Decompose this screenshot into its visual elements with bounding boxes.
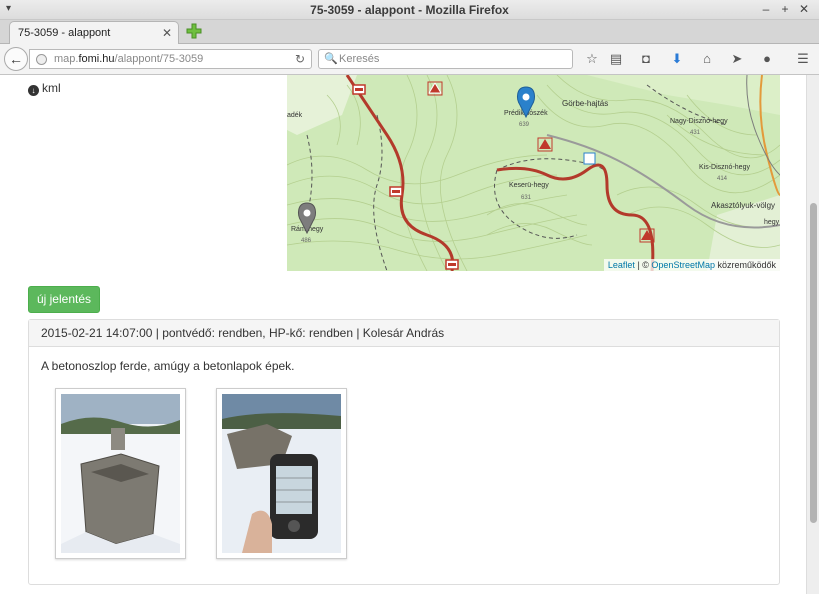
photo-gps-device — [222, 394, 341, 553]
window-title: 75-3059 - alappont - Mozilla Firefox — [310, 3, 509, 17]
map-label-ramhegy-elev: 486 — [301, 238, 312, 244]
close-tab-icon[interactable]: ✕ — [162, 26, 172, 40]
url-prefix: map. — [54, 53, 79, 65]
minimize-icon[interactable]: – — [759, 2, 773, 16]
leaflet-link[interactable]: Leaflet — [608, 260, 635, 270]
send-tab-icon[interactable]: ➤ — [728, 51, 746, 69]
map-label-hegy-edge: hegy — [764, 219, 780, 226]
page-content: ↓ kml 639 Görbe-hajtás Nagy-Disznó-hegy … — [0, 75, 806, 594]
map-label-keseru: Keserü-hegy — [509, 182, 549, 189]
scrollbar-thumb[interactable] — [810, 203, 817, 523]
map-label-adek: adék — [287, 112, 303, 119]
map-label-akasztolyuk: Akasztólyuk-völgy — [711, 201, 775, 210]
url-path: /alappont/75-3059 — [114, 53, 204, 65]
url-bar[interactable]: map.fomi.hu/alappont/75-3059 ↻ — [29, 49, 312, 69]
map-label-predikaloszek-elev: 639 — [519, 122, 530, 128]
report-panel: 2015-02-21 14:07:00 | pontvédő: rendben,… — [28, 319, 780, 585]
vertical-scrollbar[interactable] — [806, 75, 819, 594]
download-circle-icon: ↓ — [28, 85, 39, 96]
reload-icon[interactable]: ↻ — [295, 52, 305, 66]
search-input[interactable]: 🔍 Keresés — [318, 49, 573, 69]
maximize-icon[interactable]: + — [778, 2, 792, 16]
search-icon: 🔍 — [324, 53, 338, 65]
map-label-keseru-elev: 631 — [521, 195, 532, 201]
url-host: fomi.hu — [78, 53, 115, 65]
search-placeholder: Keresés — [339, 53, 380, 65]
kml-download-link[interactable]: ↓ kml — [28, 81, 61, 96]
topographic-map: Prédikálószék 639 Görbe-hajtás Nagy-Disz… — [287, 75, 780, 271]
map-view[interactable]: Prédikálószék 639 Görbe-hajtás Nagy-Disz… — [287, 75, 780, 271]
map-label-gorbe: Görbe-hajtás — [562, 99, 608, 108]
tab-active[interactable]: 75-3059 - alappont ✕ — [9, 21, 179, 45]
globe-icon — [36, 54, 47, 65]
report-photo-1[interactable] — [55, 388, 186, 559]
hamburger-menu-icon[interactable]: ☰ — [794, 51, 812, 69]
map-label-nagydiszno: Nagy-Disznó-hegy — [670, 118, 728, 125]
attribution-contrib: közreműködők — [714, 260, 776, 270]
home-icon[interactable]: ⌂ — [698, 51, 716, 69]
osm-link[interactable]: OpenStreetMap — [651, 260, 715, 270]
map-label-nagydiszno-elev: 431 — [690, 130, 701, 136]
back-button[interactable]: ← — [4, 47, 28, 71]
map-label-kisdiszno-elev: 414 — [717, 176, 728, 182]
chat-icon[interactable]: ● — [758, 51, 776, 69]
download-icon[interactable]: ⬇ — [668, 51, 686, 69]
tab-bar: 75-3059 - alappont ✕ — [0, 20, 819, 45]
map-attribution: Leaflet | © OpenStreetMap közreműködők — [603, 259, 780, 271]
map-label-kisdiszno: Kis-Disznó-hegy — [699, 164, 750, 171]
bookmark-star-icon[interactable]: ☆ — [583, 51, 601, 69]
report-photo-2[interactable] — [216, 388, 347, 559]
navigation-bar: ← map.fomi.hu/alappont/75-3059 ↻ 🔍 Keres… — [0, 44, 819, 75]
window-titlebar: ▾ 75-3059 - alappont - Mozilla Firefox –… — [0, 0, 819, 20]
tab-label: 75-3059 - alappont — [18, 27, 111, 39]
reading-list-icon[interactable]: ▤ — [607, 51, 625, 69]
new-report-button[interactable]: új jelentés — [28, 286, 100, 313]
new-tab-icon[interactable] — [186, 23, 202, 39]
report-text: A betonoszlop ferde, amúgy a betonlapok … — [41, 359, 295, 373]
close-window-icon[interactable]: ✕ — [797, 2, 811, 16]
photo-concrete-marker — [61, 394, 180, 553]
attribution-sep: | © — [634, 260, 652, 270]
kml-label: kml — [42, 81, 61, 95]
pocket-icon[interactable]: ◘ — [637, 51, 655, 69]
report-header: 2015-02-21 14:07:00 | pontvédő: rendben,… — [29, 320, 779, 347]
